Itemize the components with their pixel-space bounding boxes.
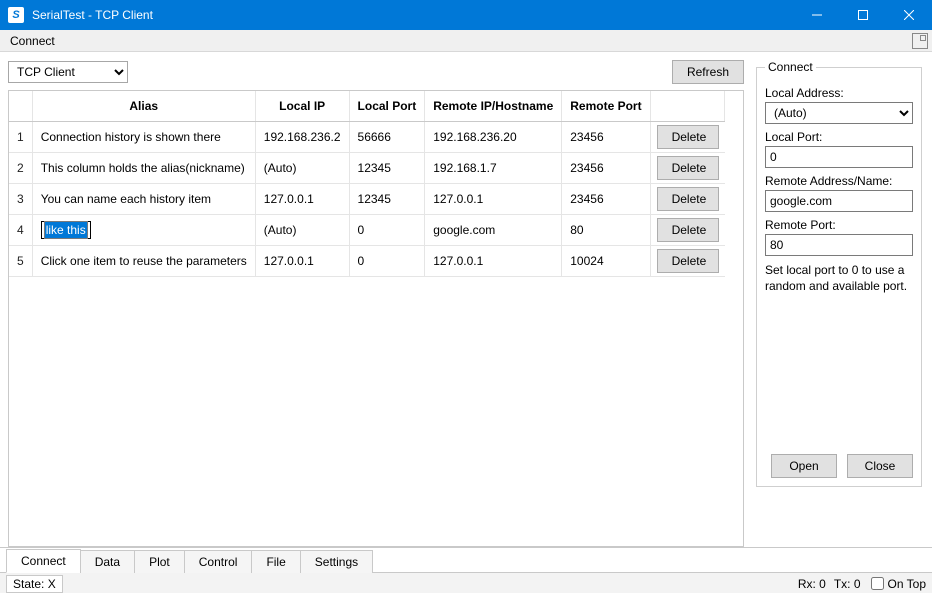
cell-delete: Delete [650,152,725,183]
cell-remote[interactable]: 192.168.1.7 [425,152,562,183]
remote-address-label: Remote Address/Name: [765,174,913,188]
cell-remote[interactable]: google.com [425,214,562,245]
table-row[interactable]: 5Click one item to reuse the parameters1… [9,245,725,276]
table-row[interactable]: 2This column holds the alias(nickname)(A… [9,152,725,183]
tab-bar: ConnectDataPlotControlFileSettings [0,548,932,572]
title-bar: S SerialTest - TCP Client [0,0,932,30]
state-cell: State: X [6,575,63,593]
cell-remote[interactable]: 192.168.236.20 [425,121,562,152]
col-remote-port[interactable]: Remote Port [562,91,650,121]
tab-control[interactable]: Control [184,550,253,573]
cell-delete: Delete [650,183,725,214]
cell-local-port[interactable]: 56666 [349,121,425,152]
cell-remote-port[interactable]: 23456 [562,183,650,214]
cell-rownum: 3 [9,183,32,214]
connect-legend: Connect [765,60,816,74]
cell-remote-port[interactable]: 23456 [562,152,650,183]
cell-local-ip[interactable]: 127.0.0.1 [255,183,349,214]
remote-port-input[interactable] [765,234,913,256]
maximize-button[interactable] [840,0,886,30]
hint-text: Set local port to 0 to use a random and … [765,262,913,294]
cell-local-port[interactable]: 0 [349,214,425,245]
cell-rownum: 1 [9,121,32,152]
col-local-port[interactable]: Local Port [349,91,425,121]
col-delete [650,91,725,121]
app-icon: S [8,7,24,23]
col-remote[interactable]: Remote IP/Hostname [425,91,562,121]
cell-local-ip[interactable]: 127.0.0.1 [255,245,349,276]
cell-delete: Delete [650,245,725,276]
tab-settings[interactable]: Settings [300,550,373,573]
table-row[interactable]: 3You can name each history item127.0.0.1… [9,183,725,214]
delete-button[interactable]: Delete [657,187,719,211]
minimize-button[interactable] [794,0,840,30]
delete-button[interactable]: Delete [657,218,719,242]
cell-local-port[interactable]: 0 [349,245,425,276]
refresh-button[interactable]: Refresh [672,60,744,84]
tab-data[interactable]: Data [80,550,135,573]
local-port-label: Local Port: [765,130,913,144]
cell-delete: Delete [650,121,725,152]
history-table: Alias Local IP Local Port Remote IP/Host… [9,91,725,277]
col-alias[interactable]: Alias [32,91,255,121]
remote-port-label: Remote Port: [765,218,913,232]
tx-counter: Tx: 0 [834,577,861,591]
on-top-label: On Top [888,577,926,591]
cell-alias[interactable]: This column holds the alias(nickname) [32,152,255,183]
open-button[interactable]: Open [771,454,837,478]
remote-address-input[interactable] [765,190,913,212]
cell-alias[interactable]: You can name each history item [32,183,255,214]
cell-remote[interactable]: 127.0.0.1 [425,183,562,214]
local-port-input[interactable] [765,146,913,168]
cell-remote-port[interactable]: 80 [562,214,650,245]
status-bar: State: X Rx: 0 Tx: 0 On Top [0,572,932,593]
cell-remote-port[interactable]: 23456 [562,121,650,152]
cell-rownum: 4 [9,214,32,245]
cell-local-ip[interactable]: (Auto) [255,152,349,183]
tab-connect[interactable]: Connect [6,549,81,573]
cell-alias[interactable]: Connection history is shown there [32,121,255,152]
undock-icon[interactable] [912,33,928,49]
cell-local-ip[interactable]: (Auto) [255,214,349,245]
cell-remote-port[interactable]: 10024 [562,245,650,276]
cell-alias[interactable]: like this [32,214,255,245]
table-row[interactable]: 1Connection history is shown there192.16… [9,121,725,152]
cell-local-port[interactable]: 12345 [349,152,425,183]
col-rownum [9,91,32,121]
cell-local-ip[interactable]: 192.168.236.2 [255,121,349,152]
menu-connect[interactable]: Connect [4,32,61,50]
table-row[interactable]: 4 like this (Auto)0google.com80 Delete [9,214,725,245]
local-address-label: Local Address: [765,86,913,100]
mode-select[interactable]: TCP Client [8,61,128,83]
delete-button[interactable]: Delete [657,125,719,149]
cell-local-port[interactable]: 12345 [349,183,425,214]
menu-bar: Connect [0,30,932,52]
connect-group: Connect Local Address: (Auto) Local Port… [756,60,922,487]
cell-rownum: 5 [9,245,32,276]
local-address-select[interactable]: (Auto) [765,102,913,124]
delete-button[interactable]: Delete [657,249,719,273]
col-local-ip[interactable]: Local IP [255,91,349,121]
tab-file[interactable]: File [251,550,300,573]
close-button[interactable] [886,0,932,30]
tab-plot[interactable]: Plot [134,550,185,573]
cell-rownum: 2 [9,152,32,183]
history-table-container: Alias Local IP Local Port Remote IP/Host… [8,90,744,547]
cell-delete: Delete [650,214,725,245]
cell-remote[interactable]: 127.0.0.1 [425,245,562,276]
window-title: SerialTest - TCP Client [32,8,794,22]
rx-counter: Rx: 0 [798,577,826,591]
cell-alias[interactable]: Click one item to reuse the parameters [32,245,255,276]
close-conn-button[interactable]: Close [847,454,913,478]
alias-edit-input[interactable]: like this [41,221,91,239]
delete-button[interactable]: Delete [657,156,719,180]
on-top-checkbox[interactable] [871,577,884,590]
